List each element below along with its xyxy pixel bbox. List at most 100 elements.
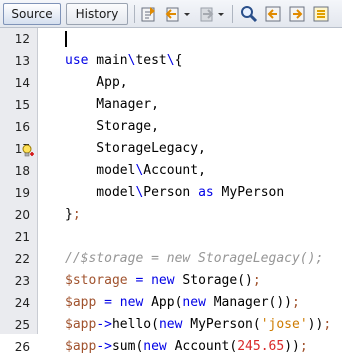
code-token: )) [284,339,300,354]
code-token: } [65,207,73,222]
line-number: 15 [14,98,30,112]
line-number: 16 [14,120,30,134]
code-token: Storage() [174,273,253,288]
code-token: = [104,295,112,310]
tab-source-label: Source [11,7,53,21]
line-number: 13 [14,54,30,68]
code-text: Manager, [65,94,159,116]
line-number: 22 [14,252,30,266]
code-line: 24 $app = new App(new Manager()); [0,292,342,314]
code-text: use main\test\{ [65,50,182,72]
code-text: $app->hello(new MyPerson('jose')); [65,314,331,336]
code-line: 20}; [0,204,342,226]
code-token: new [158,317,183,332]
code-token: new [119,295,144,310]
code-text: //$storage = new StorageLegacy(); [65,248,323,270]
code-token: //$storage = new StorageLegacy(); [65,251,324,266]
code-text: $app->sum(new Account(245.65)); [65,336,308,358]
code-line: 12 [0,28,342,50]
code-line: 26 $app->sum(new Account(245.65)); [0,336,342,358]
line-number: 23 [14,274,30,288]
line-number: 14 [14,76,30,90]
code-token: Account, [143,163,206,178]
code-token: $app [65,339,97,354]
hint-lightbulb-icon[interactable] [21,144,35,158]
code-line: 13 use main\test\{ [0,50,342,72]
code-token: \ [166,53,175,68]
line-number: 25 [14,318,30,332]
code-text: App, [65,72,127,94]
code-token: Manager()) [205,295,292,310]
code-line: 21 [0,226,342,248]
code-token: -> [96,317,112,332]
code-line: 16 Storage, [0,116,342,138]
code-token: as [198,185,214,200]
line-number: 20 [14,208,30,222]
code-line: 25 $app->hello(new MyPerson('jose')); [0,314,342,336]
code-token: Manager, [65,97,159,112]
code-token: StorageLegacy, [65,141,206,156]
code-token: $app [65,295,97,310]
toolbar-separator [134,5,135,23]
code-text: model\Person as MyPerson [65,182,284,204]
code-line: 19 model\Person as MyPerson [0,182,342,204]
code-text: }; [65,204,81,226]
code-line: 15 Manager, [0,94,342,116]
forward-icon[interactable] [198,5,216,23]
code-token: new [143,339,167,354]
find-next-icon[interactable] [288,5,306,23]
code-token: ; [299,339,308,354]
code-line: 18 model\Account, [0,160,342,182]
code-token: Person [143,185,199,200]
code-token: Account( [166,339,238,354]
code-line: 23 $storage = new Storage(); [0,270,342,292]
find-previous-icon[interactable] [264,5,282,23]
find-icon[interactable] [240,5,258,23]
code-token: { [174,53,183,68]
last-edit-icon[interactable] [140,5,158,23]
line-number: 19 [14,186,30,200]
code-token: MyPerson( [182,317,261,332]
code-token: hello( [111,317,159,332]
code-token: model [65,185,136,200]
code-token: -> [96,339,112,354]
editor-toolbar: Source History [0,0,342,28]
code-text: model\Account, [65,160,206,182]
tab-source[interactable]: Source [3,3,61,25]
back-dropdown-chevron-icon[interactable] [182,5,192,23]
code-text: $app = new App(new Manager()); [65,292,300,314]
line-number: 24 [14,296,30,310]
toolbar-separator [232,5,233,23]
tab-history[interactable]: History [66,3,128,25]
code-text: $storage = new Storage(); [65,270,261,292]
code-token: test [135,53,167,68]
code-line: 14 App, [0,72,342,94]
text-caret [65,31,67,47]
code-line: 17 StorageLegacy, [0,138,342,160]
code-token: 'jose' [260,317,308,332]
code-token: )) [307,317,324,332]
code-token: main [88,53,128,68]
code-token: ; [323,317,332,332]
code-token: sum( [111,339,144,354]
line-number: 26 [14,340,30,354]
code-token: ; [292,295,300,310]
code-token: Storage, [65,119,159,134]
code-token: $storage [65,273,128,288]
code-text: Storage, [65,116,159,138]
forward-dropdown-chevron-icon[interactable] [216,5,226,23]
code-token: 245.65 [237,339,285,354]
code-token: App( [143,295,183,310]
tab-history-label: History [75,7,119,21]
line-number: 18 [14,164,30,178]
code-token: ; [252,273,261,288]
toggle-highlight-icon[interactable] [312,5,330,23]
code-token: use [65,53,89,68]
code-token: model [65,163,136,178]
code-line: 22 //$storage = new StorageLegacy(); [0,248,342,270]
line-number: 21 [14,230,30,244]
back-icon[interactable] [164,5,182,23]
